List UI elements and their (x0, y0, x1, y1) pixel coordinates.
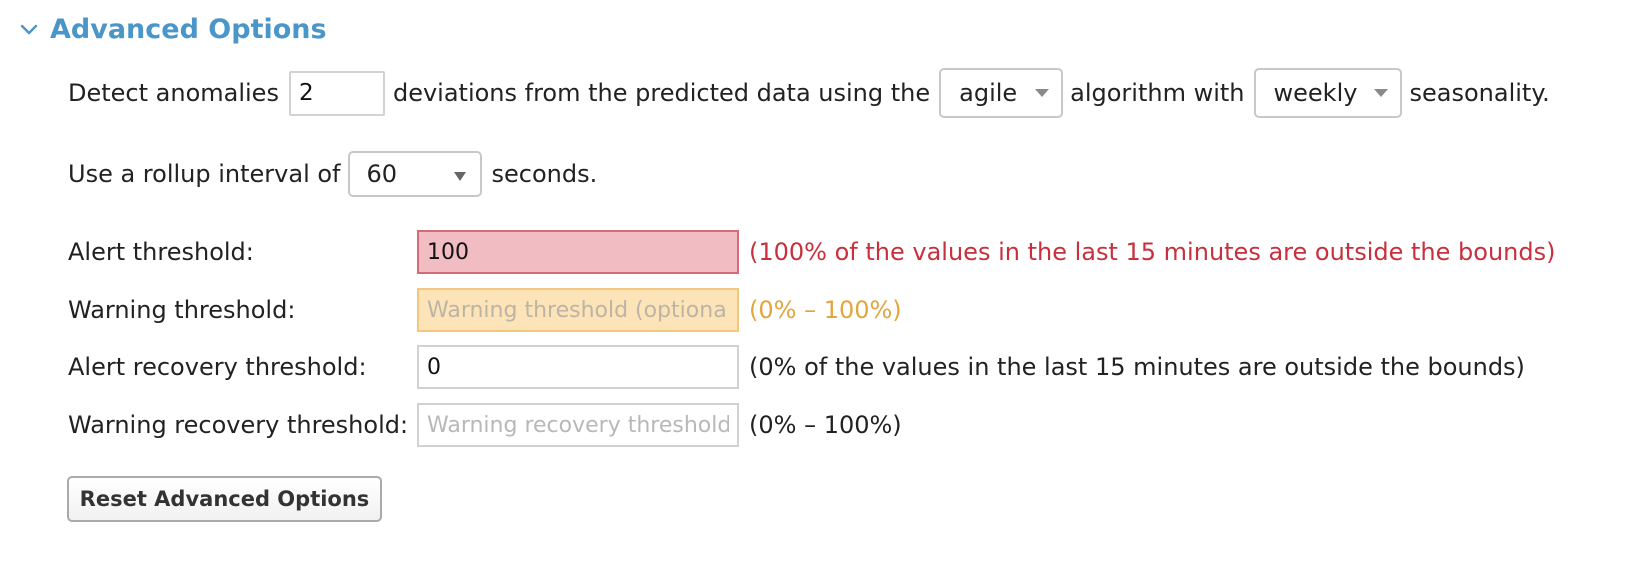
chevron-down-icon (20, 24, 38, 34)
deviations-input[interactable] (288, 70, 385, 116)
dropdown-caret-icon (453, 172, 466, 181)
algorithm-select[interactable]: agile (939, 68, 1064, 118)
alert-recovery-threshold-input[interactable] (417, 345, 739, 389)
rollup-row: Use a rollup interval of 60 seconds. (68, 151, 597, 197)
alert-threshold-input[interactable] (417, 230, 739, 274)
detect-prefix-text: Detect anomalies (68, 79, 279, 107)
detect-anomalies-row: Detect anomalies deviations from the pre… (68, 68, 1550, 118)
dropdown-caret-icon (1035, 89, 1050, 97)
rollup-suffix-text: seconds. (491, 160, 598, 188)
warning-threshold-label: Warning threshold: (68, 296, 296, 324)
alert-threshold-note: (100% of the values in the last 15 minut… (749, 238, 1556, 266)
alert-threshold-label: Alert threshold: (68, 238, 254, 266)
rollup-prefix-text: Use a rollup interval of (68, 160, 341, 188)
section-title: Advanced Options (50, 14, 327, 45)
dropdown-caret-icon (1373, 89, 1388, 97)
rollup-selected-value: 60 (366, 160, 398, 188)
seasonality-suffix-text: seasonality. (1409, 79, 1550, 107)
warning-recovery-threshold-input[interactable] (417, 403, 739, 447)
rollup-interval-select[interactable]: 60 (347, 151, 482, 197)
alert-recovery-threshold-note: (0% of the values in the last 15 minutes… (749, 353, 1525, 381)
warning-recovery-threshold-label: Warning recovery threshold: (68, 411, 409, 439)
seasonality-selected-value: weekly (1273, 79, 1358, 107)
warning-threshold-input[interactable] (417, 288, 739, 332)
advanced-options-toggle[interactable]: Advanced Options (20, 14, 327, 45)
alert-recovery-threshold-row: Alert recovery threshold: (0% of the val… (68, 345, 1525, 389)
warning-threshold-note: (0% – 100%) (749, 296, 902, 324)
alert-recovery-threshold-label: Alert recovery threshold: (68, 353, 367, 381)
algorithm-suffix-text: algorithm with (1070, 79, 1245, 107)
seasonality-select[interactable]: weekly (1253, 68, 1402, 118)
detect-middle-text: deviations from the predicted data using… (392, 79, 931, 107)
alert-threshold-row: Alert threshold: (100% of the values in … (68, 230, 1555, 274)
reset-advanced-options-button[interactable]: Reset Advanced Options (67, 476, 382, 522)
warning-threshold-row: Warning threshold: (0% – 100%) (68, 288, 902, 332)
algorithm-selected-value: agile (959, 79, 1018, 107)
warning-recovery-threshold-row: Warning recovery threshold: (0% – 100%) (68, 403, 902, 447)
warning-recovery-threshold-note: (0% – 100%) (749, 411, 902, 439)
